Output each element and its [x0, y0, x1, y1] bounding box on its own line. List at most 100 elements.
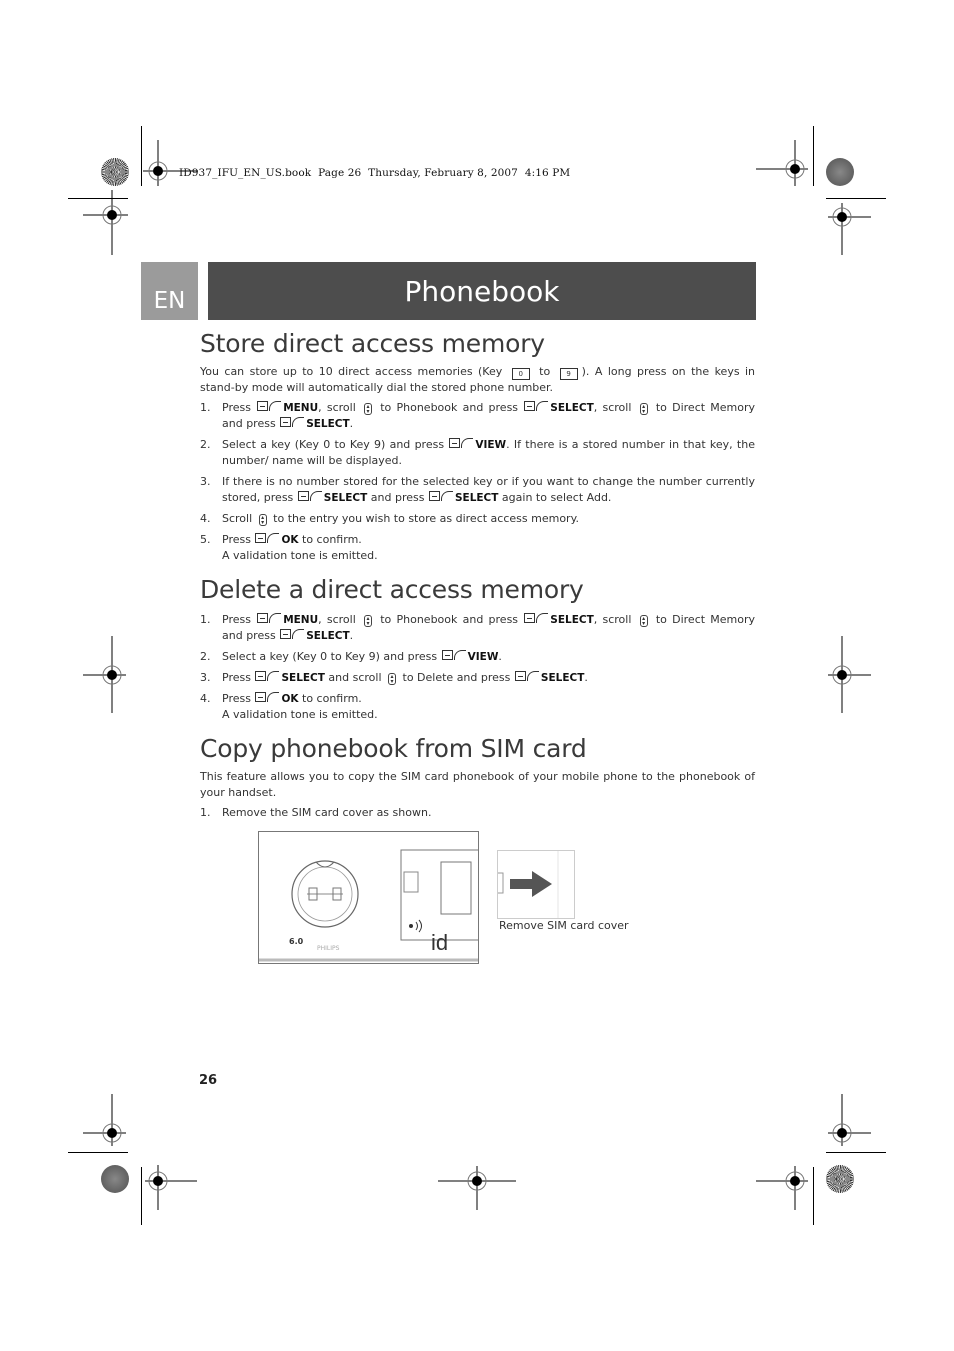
- step-text: , scroll: [318, 401, 356, 414]
- keypad-key-icon: 9: [559, 368, 578, 380]
- language-tab: EN: [141, 262, 198, 320]
- softkey-label: MENU: [283, 614, 319, 626]
- steps-list: 1. Press MENU, scroll ▴ ▾ to Phonebook an…: [200, 400, 755, 564]
- brand-mark: id: [431, 930, 448, 955]
- scroll-updown-icon: ▴ ▾: [364, 615, 372, 627]
- section-store-direct-access: Store direct access memory You can store…: [200, 326, 755, 564]
- step-text: to confirm.: [302, 533, 362, 546]
- scroll-updown-icon: ▴ ▾: [388, 673, 397, 685]
- step-text: again to select Add.: [501, 491, 612, 504]
- step-number: 3.: [200, 671, 211, 684]
- registration-target-icon: [438, 1166, 516, 1210]
- left-softkey-icon: [255, 671, 280, 682]
- step-text: Press MENU, scroll ▴ ▾ to Phonebook and p…: [222, 612, 755, 644]
- left-softkey-icon: [428, 491, 453, 502]
- registration-target-icon: [828, 1094, 871, 1146]
- section-heading: Store direct access memory: [200, 329, 545, 358]
- left-softkey-icon: [297, 491, 322, 502]
- step-note: A validation tone is emitted.: [222, 549, 378, 562]
- steps-list: 1. Remove the SIM card cover as shown.: [200, 805, 755, 821]
- step-text: Select a key (Key 0 to Key 9) and press …: [222, 437, 755, 469]
- step-number: 1.: [200, 401, 211, 414]
- arrow-right-icon: [494, 851, 559, 918]
- softkey-label: SELECT: [323, 492, 368, 504]
- registration-target-icon: [83, 1094, 126, 1146]
- registration-target-icon: [828, 203, 871, 255]
- step-item: 1. Press MENU, scroll ▴ ▾ to Phonebook an…: [200, 612, 755, 644]
- step-text: , scroll: [593, 401, 632, 414]
- step-text: Press: [222, 533, 251, 546]
- step-text: .: [349, 417, 354, 430]
- step-text: and press: [370, 491, 425, 504]
- step-number: 3.: [200, 475, 211, 488]
- step-item: 3. If there is no number stored for the …: [200, 474, 755, 506]
- step-text: Press OK to confirm. A validation tone i…: [222, 532, 755, 564]
- handset-back-illustration: 6.0 PHILIPS id: [258, 831, 482, 964]
- step-text: Press: [222, 401, 251, 414]
- registration-target-icon: [756, 1166, 808, 1210]
- step-text: to the entry you wish to store as direct…: [273, 512, 580, 525]
- softkey-label: SELECT: [550, 402, 594, 414]
- registration-target-icon: [143, 140, 198, 186]
- handset-drawing: 6.0 PHILIPS id: [259, 849, 482, 962]
- step-text: Press: [222, 613, 251, 626]
- softkey-label: SELECT: [306, 630, 350, 642]
- illustration-caption: Remove SIM card cover: [499, 919, 629, 932]
- step-text: , scroll: [593, 613, 632, 626]
- step-text: Scroll: [222, 512, 253, 525]
- step-number: 2.: [200, 438, 211, 451]
- softkey-label: SELECT: [454, 492, 499, 504]
- softkey-label: SELECT: [306, 418, 350, 430]
- step-number: 4.: [200, 512, 211, 525]
- step-text: Select a key (Key 0 to Key 9) and press …: [222, 649, 755, 665]
- step-text: , scroll: [318, 613, 356, 626]
- step-number: 1.: [200, 613, 211, 626]
- left-softkey-icon: [441, 650, 466, 661]
- registration-target-icon: [828, 636, 871, 713]
- section-intro: This feature allows you to copy the SIM …: [200, 770, 755, 799]
- registration-target-icon: [756, 140, 808, 186]
- sim-card-cover: [494, 850, 575, 919]
- scroll-updown-icon: ▴ ▾: [639, 615, 648, 627]
- intro-text: to: [539, 365, 551, 378]
- step-text: and scroll: [328, 671, 382, 684]
- step-number: 2.: [200, 650, 211, 663]
- page-number: 26: [199, 1073, 218, 1088]
- left-softkey-icon: [255, 692, 280, 703]
- softkey-label: SELECT: [550, 614, 594, 626]
- step-text: Press: [222, 671, 251, 684]
- step-item: 2. Select a key (Key 0 to Key 9) and pre…: [200, 649, 755, 665]
- section-copy-sim-phonebook: Copy phonebook from SIM card This featur…: [200, 731, 755, 821]
- step-item: 4. Scroll ▴ ▾ to the entry you wish to st…: [200, 511, 755, 527]
- step-item: 2. Select a key (Key 0 to Key 9) and pre…: [200, 437, 755, 469]
- softkey-label: OK: [281, 534, 299, 546]
- section-heading: Delete a direct access memory: [200, 575, 584, 604]
- step-text: Press MENU, scroll ▴ ▾ to Phonebook and p…: [222, 400, 755, 432]
- step-note: A validation tone is emitted.: [222, 708, 378, 721]
- step-item: 4. Press OK to confirm. A validation ton…: [200, 691, 755, 723]
- step-text: to Phonebook and press: [380, 401, 519, 414]
- steps-list: 1. Press MENU, scroll ▴ ▾ to Phonebook an…: [200, 612, 755, 723]
- step-text: to Phonebook and press: [380, 613, 519, 626]
- section-delete-direct-access: Delete a direct access memory 1. Press M…: [200, 572, 755, 723]
- intro-text: You can store up to 10 direct access mem…: [200, 365, 503, 378]
- left-softkey-icon: [255, 533, 280, 544]
- sim-slot: [440, 861, 472, 915]
- left-softkey-icon: [524, 401, 549, 412]
- step-item: 1. Press MENU, scroll ▴ ▾ to Phonebook an…: [200, 400, 755, 432]
- scroll-updown-icon: ▴ ▾: [639, 403, 648, 415]
- chapter-title: Phonebook: [208, 262, 756, 320]
- step-item: 1. Remove the SIM card cover as shown.: [200, 805, 755, 821]
- left-softkey-icon: [524, 613, 549, 624]
- left-softkey-icon: [280, 629, 305, 640]
- locator-icon: [409, 924, 413, 928]
- step-item: 5. Press OK to confirm. A validation ton…: [200, 532, 755, 564]
- softkey-label: VIEW: [475, 439, 507, 451]
- brand-logo: PHILIPS: [317, 945, 340, 952]
- left-softkey-icon: [257, 613, 282, 624]
- badge-6-icon: 6.0: [289, 937, 304, 946]
- step-text: .: [498, 650, 502, 663]
- step-text: Press OK to confirm. A validation tone i…: [222, 691, 755, 723]
- step-number: 5.: [200, 533, 211, 546]
- page-content: Store direct access memory You can store…: [200, 326, 755, 826]
